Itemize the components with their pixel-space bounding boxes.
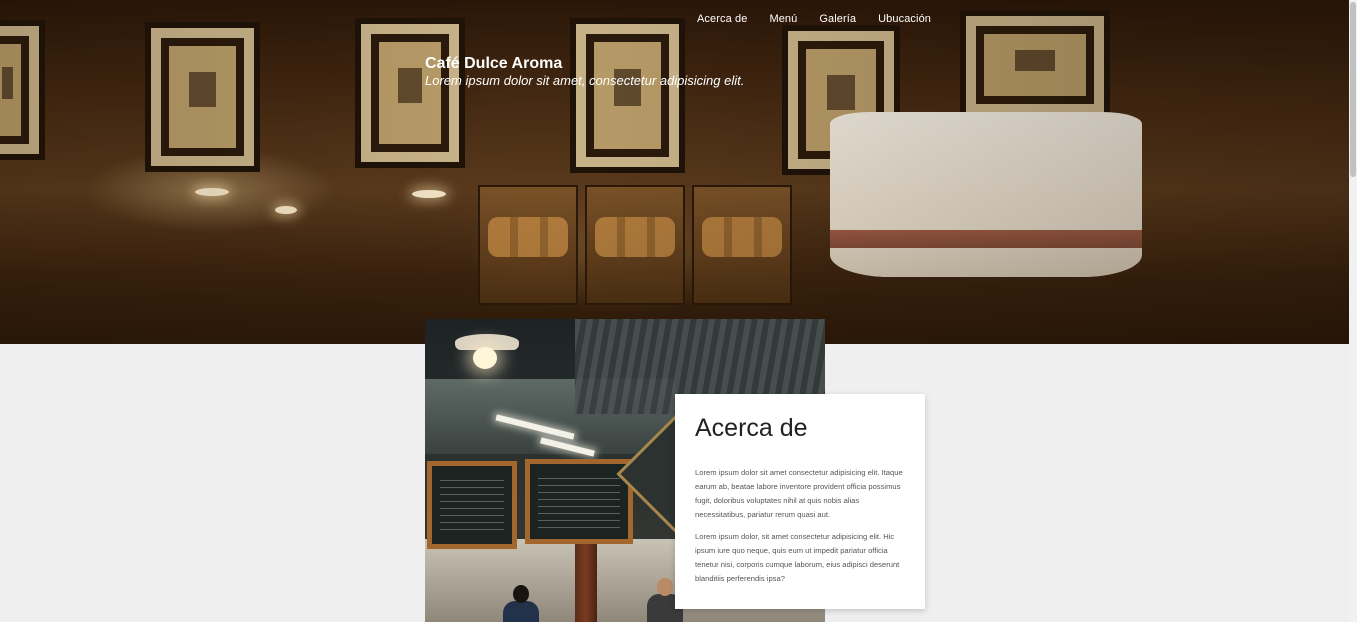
menu-chalkboard (427, 461, 517, 549)
site-title: Café Dulce Aroma (425, 55, 563, 72)
nav-link-menu[interactable]: Menú (769, 13, 797, 25)
about-paragraph: Lorem ipsum dolor, sit amet consectetur … (695, 532, 900, 583)
about-heading: Acerca de (695, 414, 808, 442)
page-scrollbar[interactable] (1349, 0, 1357, 622)
site-tagline: Lorem ipsum dolor sit amet, consectetur … (425, 73, 745, 88)
main-nav: Acerca de Menú Galería Ubucación (697, 13, 931, 25)
nav-link-location[interactable]: Ubucación (878, 13, 931, 25)
about-paragraph: Lorem ipsum dolor sit amet consectetur a… (695, 468, 903, 519)
nav-link-gallery[interactable]: Galería (819, 13, 856, 25)
person (503, 585, 539, 622)
hero-banner: Acerca de Menú Galería Ubucación Café Du… (0, 0, 1349, 344)
scrollbar-thumb[interactable] (1350, 2, 1356, 177)
brand-block: Café Dulce Aroma Lorem ipsum dolor sit a… (425, 55, 744, 88)
about-card: Acerca de Lorem ipsum dolor sit amet con… (675, 394, 925, 609)
nav-link-about[interactable]: Acerca de (697, 13, 747, 25)
